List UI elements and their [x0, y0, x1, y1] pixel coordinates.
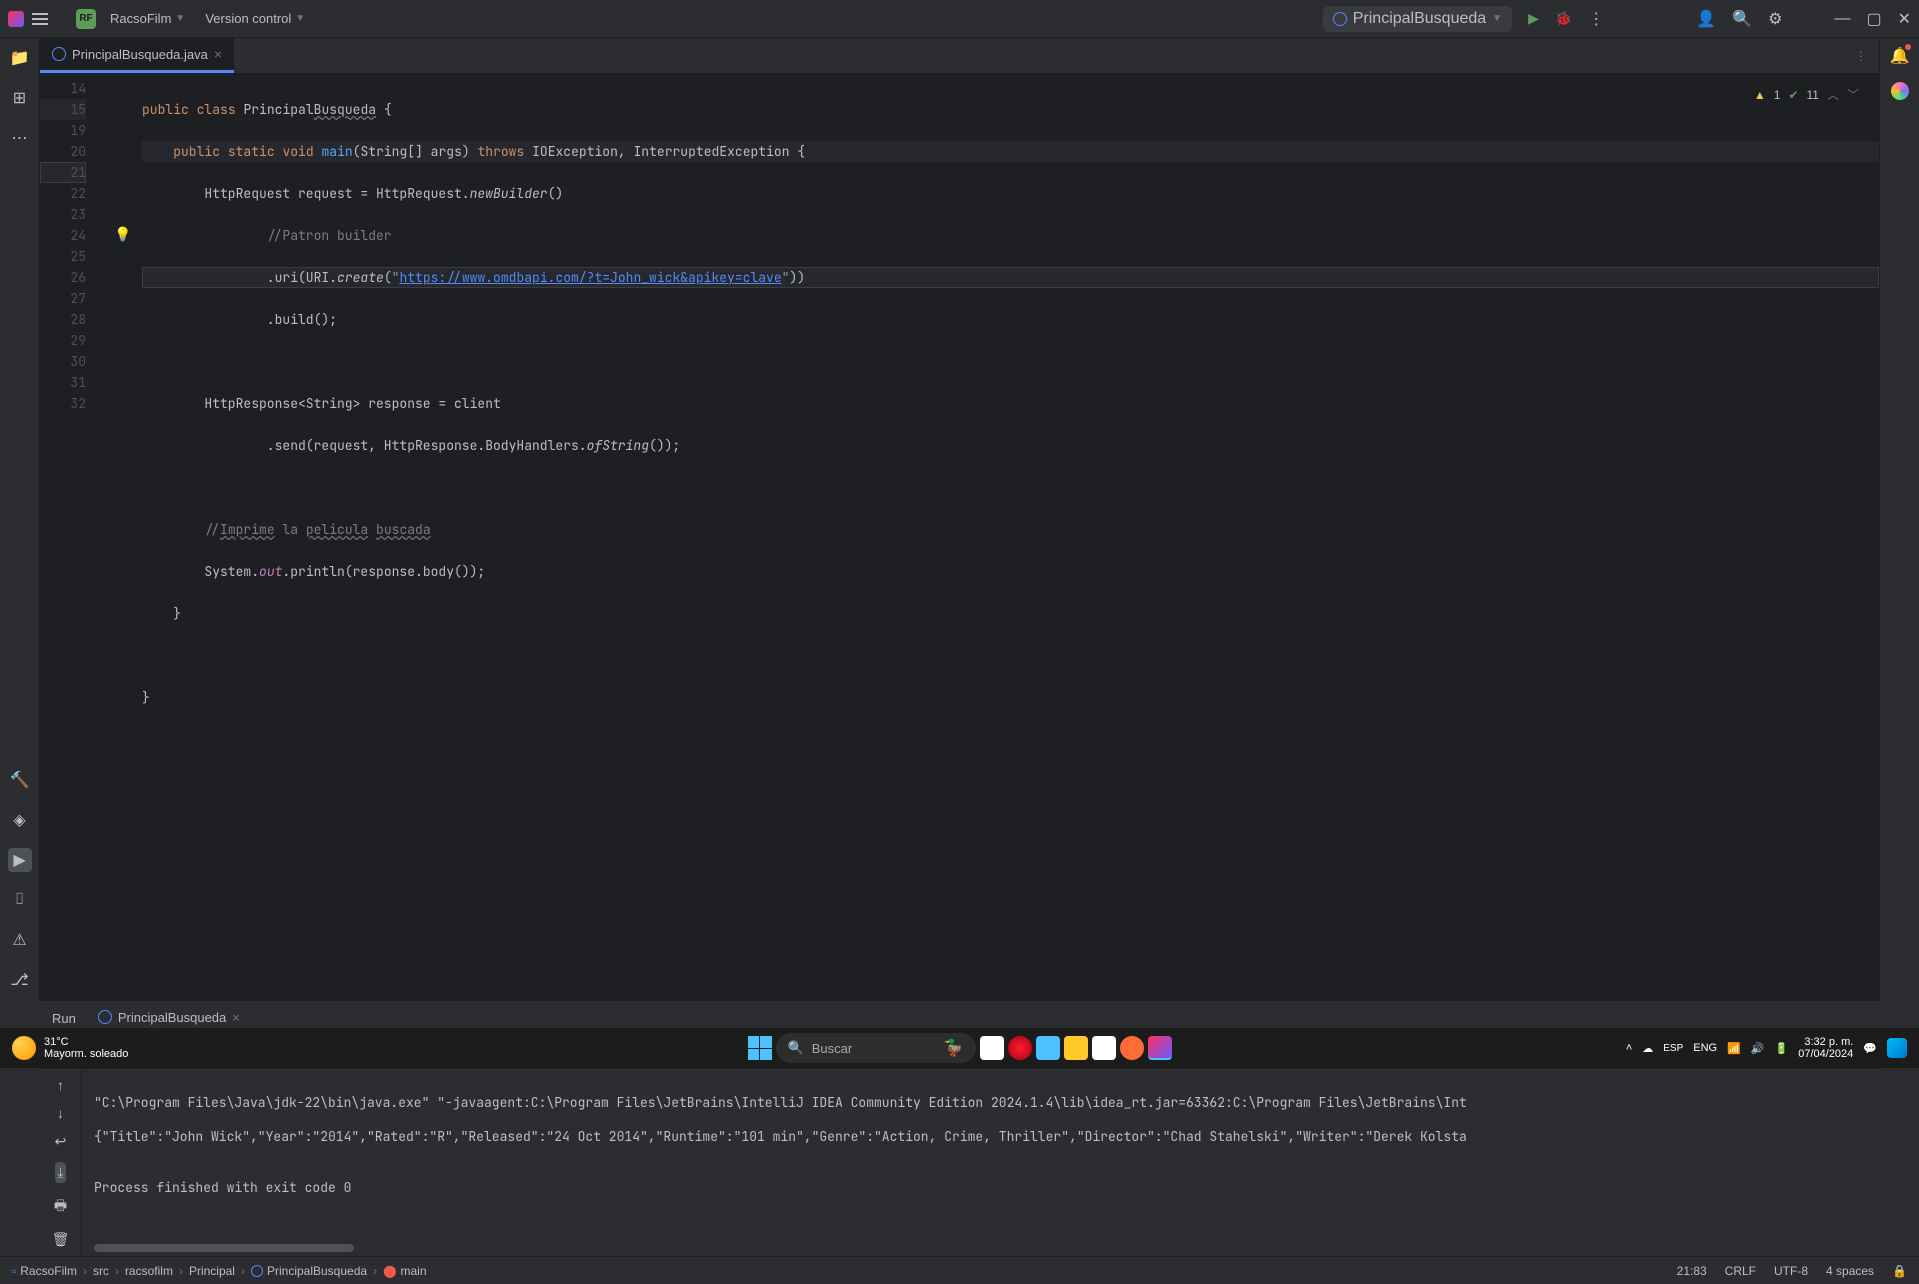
- vcs-label: Version control: [205, 11, 291, 26]
- temperature: 31°C: [44, 1036, 128, 1048]
- intellij-icon[interactable]: [1148, 1036, 1172, 1060]
- search-placeholder: Buscar: [812, 1041, 852, 1056]
- vcs-tool-icon[interactable]: ⎇: [8, 968, 32, 992]
- postman-icon[interactable]: [1120, 1036, 1144, 1060]
- debug-icon[interactable]: 🐞: [1555, 10, 1572, 27]
- run-tab-name: PrincipalBusqueda: [118, 1010, 226, 1025]
- breadcrumb-item[interactable]: ⬤ main: [383, 1264, 426, 1278]
- run-tool-icon[interactable]: ▶: [8, 848, 32, 872]
- project-tool-icon[interactable]: 📁: [8, 46, 32, 70]
- minimize-icon[interactable]: —: [1834, 10, 1850, 28]
- app-icon: [8, 11, 24, 27]
- chevron-right-icon: ›: [115, 1264, 119, 1278]
- search-icon: 🔍: [788, 1040, 804, 1056]
- time: 3:32 p. m.: [1804, 1036, 1853, 1048]
- notifications-icon[interactable]: 🔔: [1890, 46, 1910, 66]
- wifi-icon[interactable]: 📶: [1727, 1042, 1741, 1055]
- horizontal-scrollbar[interactable]: [94, 1244, 354, 1252]
- services-tool-icon[interactable]: ◈: [8, 808, 32, 832]
- class-icon: [52, 47, 66, 61]
- tab-more-icon[interactable]: ⋮: [1855, 49, 1867, 63]
- scroll-down-icon[interactable]: ↓: [57, 1105, 64, 1121]
- gutter-icons: 💡: [104, 74, 142, 1000]
- close-run-tab-icon[interactable]: ×: [232, 1010, 240, 1025]
- lock-icon[interactable]: 🔒: [1892, 1264, 1907, 1278]
- line-separator[interactable]: CRLF: [1725, 1264, 1756, 1278]
- tab-filename: PrincipalBusqueda.java: [72, 47, 208, 62]
- taskview-icon[interactable]: [980, 1036, 1004, 1060]
- weather-widget[interactable]: 31°C Mayorm. soleado: [12, 1036, 128, 1060]
- editor-tab[interactable]: PrincipalBusqueda.java ×: [40, 38, 234, 73]
- problems-tool-icon[interactable]: ⚠: [8, 928, 32, 952]
- chevron-down-icon: ▼: [295, 13, 305, 24]
- bulb-icon[interactable]: 💡: [114, 225, 131, 246]
- settings-icon[interactable]: ⚙: [1768, 9, 1782, 29]
- scroll-end-icon[interactable]: ⤓: [55, 1162, 65, 1183]
- breadcrumb[interactable]: ▫RacsoFilm: [12, 1264, 77, 1278]
- encoding[interactable]: UTF-8: [1774, 1264, 1808, 1278]
- chevron-right-icon: ›: [241, 1264, 245, 1278]
- structure-tool-icon[interactable]: ⊞: [8, 86, 32, 110]
- run-config-dropdown[interactable]: PrincipalBusqueda ▼: [1323, 6, 1512, 32]
- project-dropdown[interactable]: RacsoFilm ▼: [104, 7, 191, 30]
- breadcrumb-item[interactable]: PrincipalBusqueda: [251, 1264, 367, 1278]
- app-icon[interactable]: [1092, 1036, 1116, 1060]
- explorer-icon[interactable]: [1064, 1036, 1088, 1060]
- class-icon: [1333, 12, 1347, 26]
- class-icon: [98, 1010, 112, 1024]
- project-name: RacsoFilm: [110, 11, 171, 26]
- more-tools-icon[interactable]: ⋯: [8, 126, 32, 150]
- ai-assistant-icon[interactable]: [1891, 82, 1909, 100]
- clock[interactable]: 3:32 p. m. 07/04/2024: [1798, 1036, 1853, 1060]
- keyboard-lang[interactable]: ENG: [1693, 1042, 1717, 1054]
- start-icon[interactable]: [748, 1036, 772, 1060]
- copilot-icon[interactable]: [1887, 1038, 1907, 1058]
- chevron-down-icon: ▼: [1492, 13, 1502, 24]
- search-icon[interactable]: 🔍: [1732, 9, 1752, 29]
- breadcrumb-item[interactable]: src: [93, 1264, 109, 1278]
- close-tab-icon[interactable]: ×: [214, 46, 222, 62]
- tray-chevron-icon[interactable]: ˄: [1626, 1042, 1632, 1054]
- language-label[interactable]: ESP: [1663, 1043, 1683, 1054]
- print-icon[interactable]: 🖶: [54, 1195, 67, 1219]
- code-editor[interactable]: public class PrincipalBusqueda { public …: [142, 74, 1879, 1000]
- breadcrumb-item[interactable]: Principal: [189, 1264, 235, 1278]
- volume-icon[interactable]: 🔊: [1751, 1042, 1765, 1055]
- soft-wrap-icon[interactable]: ↩: [55, 1133, 67, 1150]
- breadcrumb-item[interactable]: racsofilm: [125, 1264, 173, 1278]
- project-badge: RF: [76, 9, 96, 29]
- run-icon[interactable]: ▶: [1528, 10, 1539, 27]
- terminal-tool-icon[interactable]: ⌷: [8, 888, 32, 912]
- chevron-down-icon: ▼: [175, 13, 185, 24]
- notification-center-icon[interactable]: 💬: [1863, 1042, 1877, 1055]
- run-output[interactable]: "C:\Program Files\Java\jdk-22\bin\java.e…: [82, 1069, 1879, 1256]
- main-menu-icon[interactable]: [32, 13, 48, 25]
- build-tool-icon[interactable]: 🔨: [8, 768, 32, 792]
- chevron-right-icon: ›: [179, 1264, 183, 1278]
- onedrive-icon[interactable]: ☁: [1642, 1042, 1653, 1055]
- chevron-right-icon: ›: [83, 1264, 87, 1278]
- app-icon[interactable]: [1036, 1036, 1060, 1060]
- scroll-up-icon[interactable]: ↑: [57, 1077, 64, 1093]
- weather-icon: [12, 1036, 36, 1060]
- opera-icon[interactable]: [1008, 1036, 1032, 1060]
- clear-icon[interactable]: 🗑: [52, 1231, 70, 1248]
- vcs-dropdown[interactable]: Version control ▼: [199, 7, 311, 30]
- cursor-position[interactable]: 21:83: [1677, 1264, 1707, 1278]
- class-icon: [251, 1265, 263, 1277]
- maximize-icon[interactable]: ▢: [1866, 9, 1881, 29]
- close-icon[interactable]: ✕: [1898, 9, 1911, 29]
- battery-icon[interactable]: 🔋: [1775, 1042, 1789, 1055]
- indent[interactable]: 4 spaces: [1826, 1264, 1874, 1278]
- line-gutter: 14 15 19 20 21 22 23 24 25 26 27 28 29 3…: [40, 74, 104, 1000]
- date: 07/04/2024: [1798, 1048, 1853, 1060]
- taskbar-search[interactable]: 🔍 Buscar 🦆: [776, 1033, 976, 1063]
- run-panel-title: Run: [52, 1011, 76, 1026]
- chevron-right-icon: ›: [373, 1264, 377, 1278]
- run-config-name: PrincipalBusqueda: [1353, 10, 1486, 28]
- weather-desc: Mayorm. soleado: [44, 1048, 128, 1060]
- more-icon[interactable]: ⋮: [1588, 9, 1604, 29]
- code-with-me-icon[interactable]: 👤: [1696, 9, 1716, 29]
- notification-dot: [1905, 44, 1911, 50]
